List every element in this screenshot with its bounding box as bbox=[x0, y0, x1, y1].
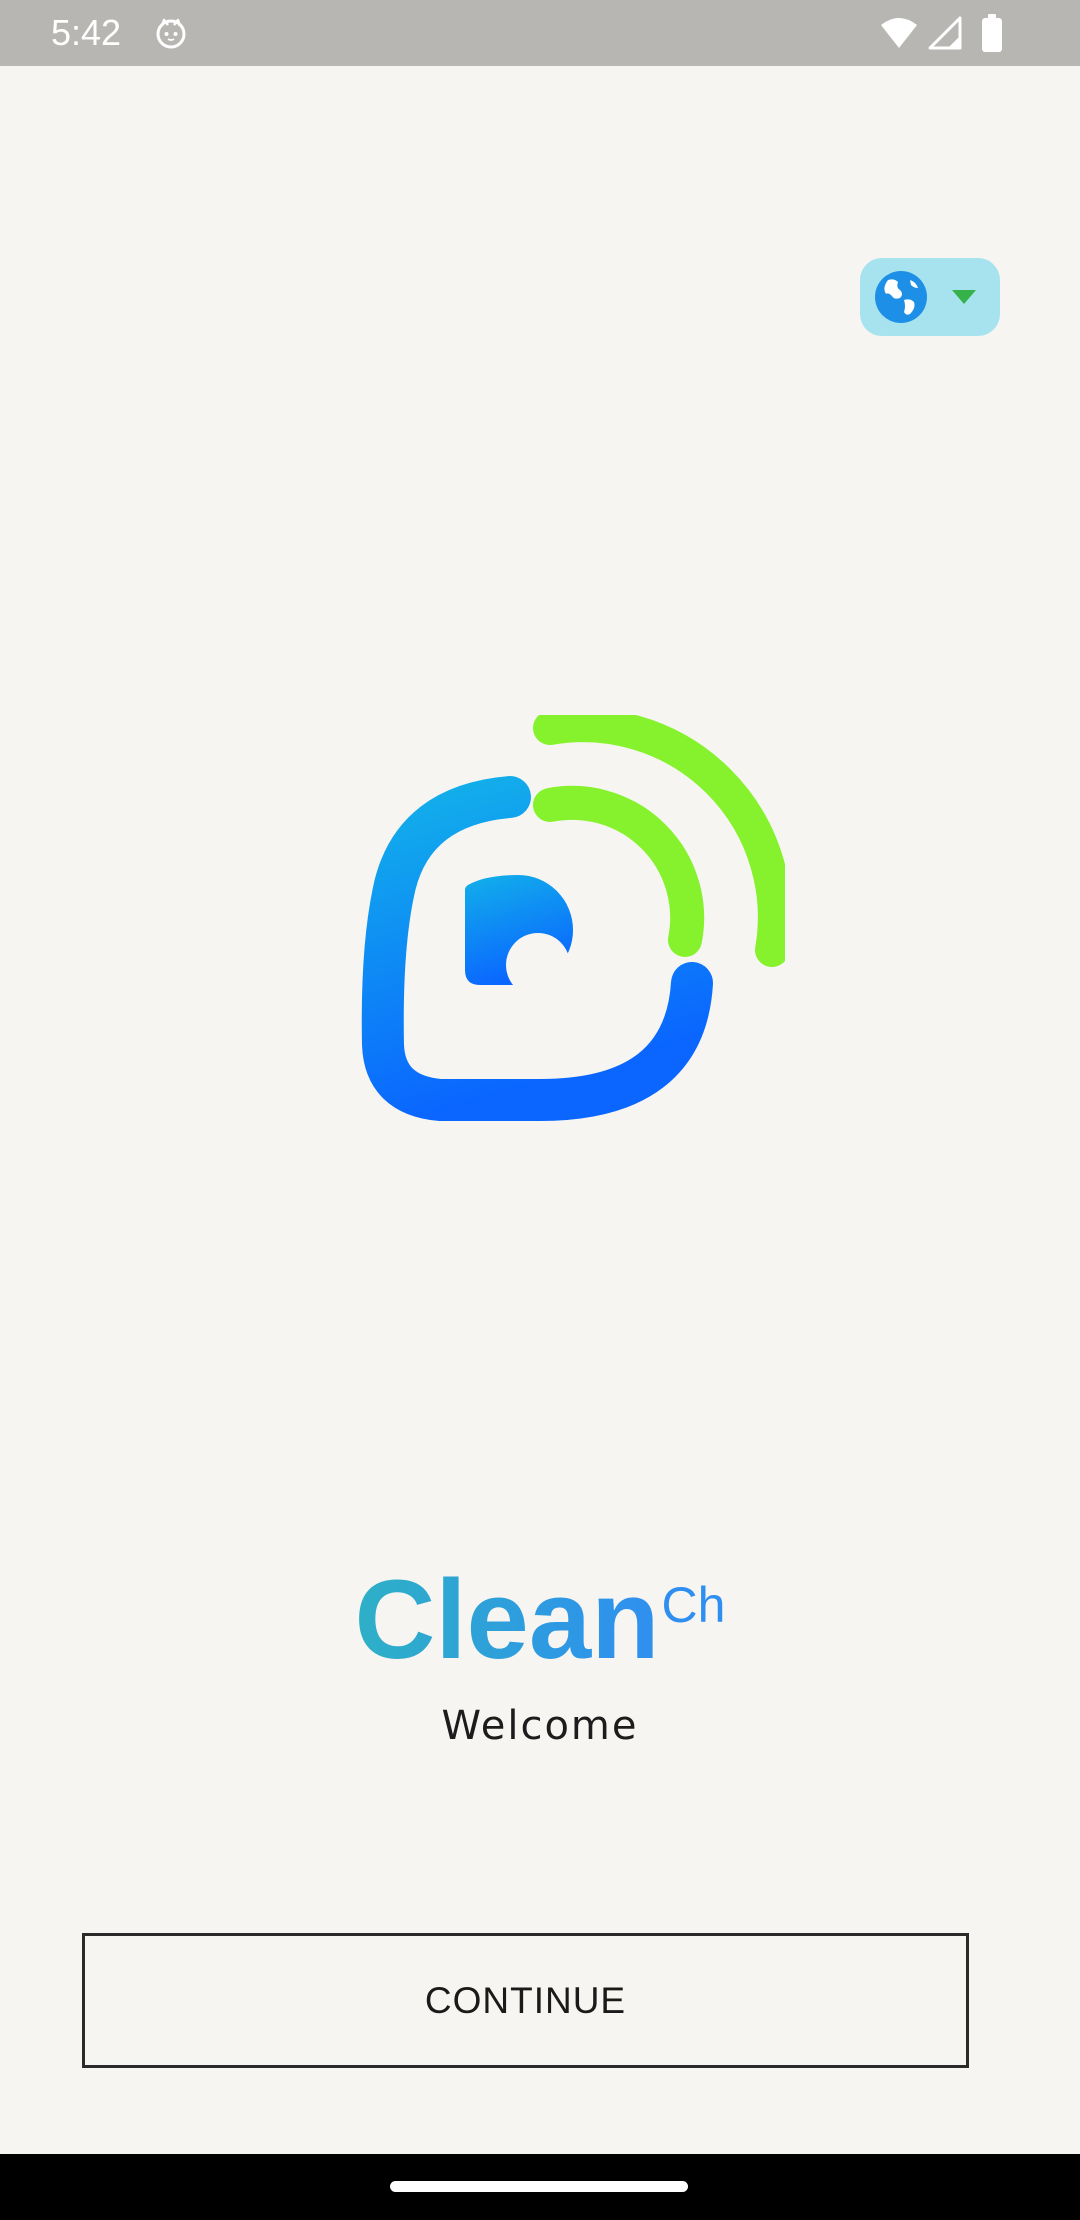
status-time: 5:42 bbox=[51, 12, 122, 53]
wifi-icon bbox=[881, 18, 917, 48]
globe-icon bbox=[875, 271, 927, 323]
welcome-screen: 5:42 CleanCh Welcome CONTINUE bbox=[0, 0, 1080, 2220]
brand-name-main: Clean bbox=[355, 1555, 660, 1685]
brand-name: CleanCh bbox=[0, 1555, 1080, 1685]
status-bar: 5:42 bbox=[0, 0, 1080, 66]
home-indicator[interactable] bbox=[390, 2181, 688, 2192]
continue-button[interactable]: CONTINUE bbox=[82, 1933, 969, 2068]
battery-icon bbox=[982, 14, 1002, 52]
welcome-text: Welcome bbox=[441, 1703, 639, 1749]
signal-icon bbox=[928, 16, 962, 50]
app-logo-icon bbox=[361, 715, 785, 1121]
cat-icon bbox=[156, 18, 186, 49]
caret-down-icon bbox=[952, 290, 976, 304]
brand-name-sub: Ch bbox=[661, 1577, 726, 1633]
language-selector[interactable] bbox=[860, 258, 1000, 336]
